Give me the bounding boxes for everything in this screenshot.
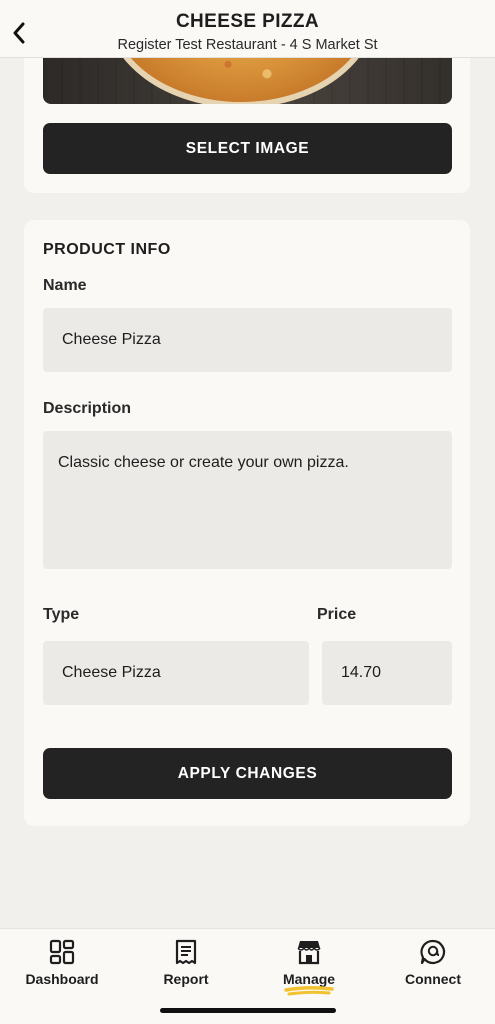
name-label: Name [43,277,87,294]
tab-label: Connect [405,971,461,987]
price-label: Price [317,606,357,623]
type-field[interactable]: Cheese Pizza [43,641,309,705]
top-header: CHEESE PIZZA Register Test Restaurant - … [0,0,495,58]
description-label: Description [43,400,132,417]
select-image-button[interactable]: SELECT IMAGE [43,123,452,174]
type-label: Type [43,606,80,623]
name-field[interactable]: Cheese Pizza [43,308,452,372]
page-title: CHEESE PIZZA [175,11,320,32]
section-title: PRODUCT INFO [43,241,171,258]
apply-changes-button[interactable]: APPLY CHANGES [43,748,452,799]
home-indicator [160,1008,336,1013]
tab-label: Report [163,971,209,987]
image-card: SELECT IMAGE [24,40,470,193]
page-subtitle: Register Test Restaurant - 4 S Market St [117,37,378,53]
product-image [43,58,452,104]
price-field[interactable]: 14.70 [322,641,452,705]
tab-dashboard[interactable]: Dashboard [12,939,112,1001]
description-field[interactable]: Classic cheese or create your own pizza. [43,431,452,569]
receipt-icon [175,939,197,965]
product-info-card: PRODUCT INFO Name Cheese Pizza Descripti… [24,220,470,826]
tab-label: Dashboard [25,971,99,987]
storefront-icon [297,941,321,965]
tab-connect[interactable]: Connect [383,939,483,1001]
active-tab-indicator [284,985,334,996]
tab-report[interactable]: Report [136,939,236,1001]
dashboard-icon [49,939,75,965]
chat-icon [420,939,446,965]
